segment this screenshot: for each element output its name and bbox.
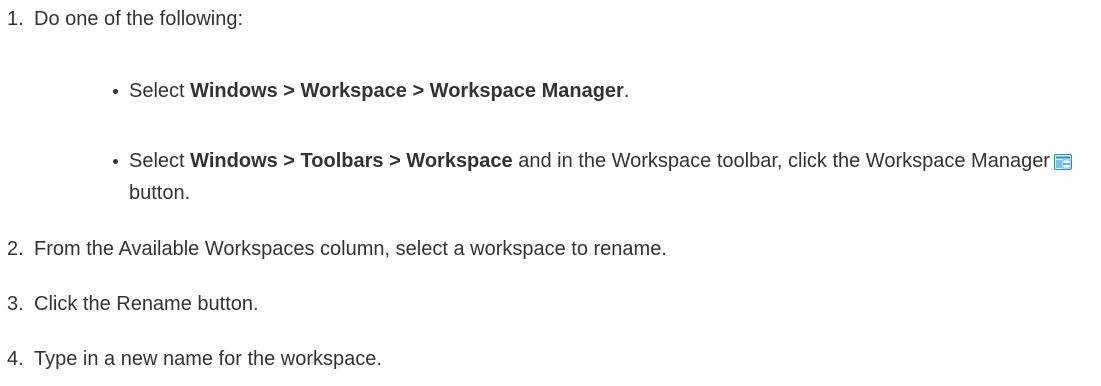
bullet-dot bbox=[113, 159, 118, 164]
step-number: 4. bbox=[7, 348, 24, 370]
step-number: 3. bbox=[7, 293, 24, 315]
menu-path: Windows > Workspace > Workspace Manager bbox=[190, 80, 624, 102]
bullet-text: Select Windows > Toolbars > Workspace an… bbox=[129, 145, 1089, 209]
step-text: Click the Rename button. bbox=[34, 293, 259, 315]
step-number: 2. bbox=[7, 238, 24, 260]
bullet-prefix: Select bbox=[129, 80, 191, 102]
step-text: From the Available Workspaces column, se… bbox=[34, 238, 667, 260]
step-text: Do one of the following: bbox=[34, 8, 244, 30]
bullet-suffix: button. bbox=[129, 182, 191, 204]
instruction-document: 1. Do one of the following: Select Windo… bbox=[0, 0, 1101, 386]
bullet-dot bbox=[113, 89, 118, 94]
step-text: Type in a new name for the workspace. bbox=[34, 348, 382, 370]
bullet-text: Select Windows > Workspace > Workspace M… bbox=[129, 75, 1089, 107]
workspace-manager-icon bbox=[1053, 148, 1072, 170]
step-number: 1. bbox=[7, 8, 24, 30]
bullet-prefix: Select bbox=[129, 150, 191, 172]
menu-path: Windows > Toolbars > Workspace bbox=[190, 150, 513, 172]
bullet-middle: and in the Workspace toolbar, click the … bbox=[512, 150, 1050, 172]
bullet-suffix: . bbox=[623, 80, 630, 102]
